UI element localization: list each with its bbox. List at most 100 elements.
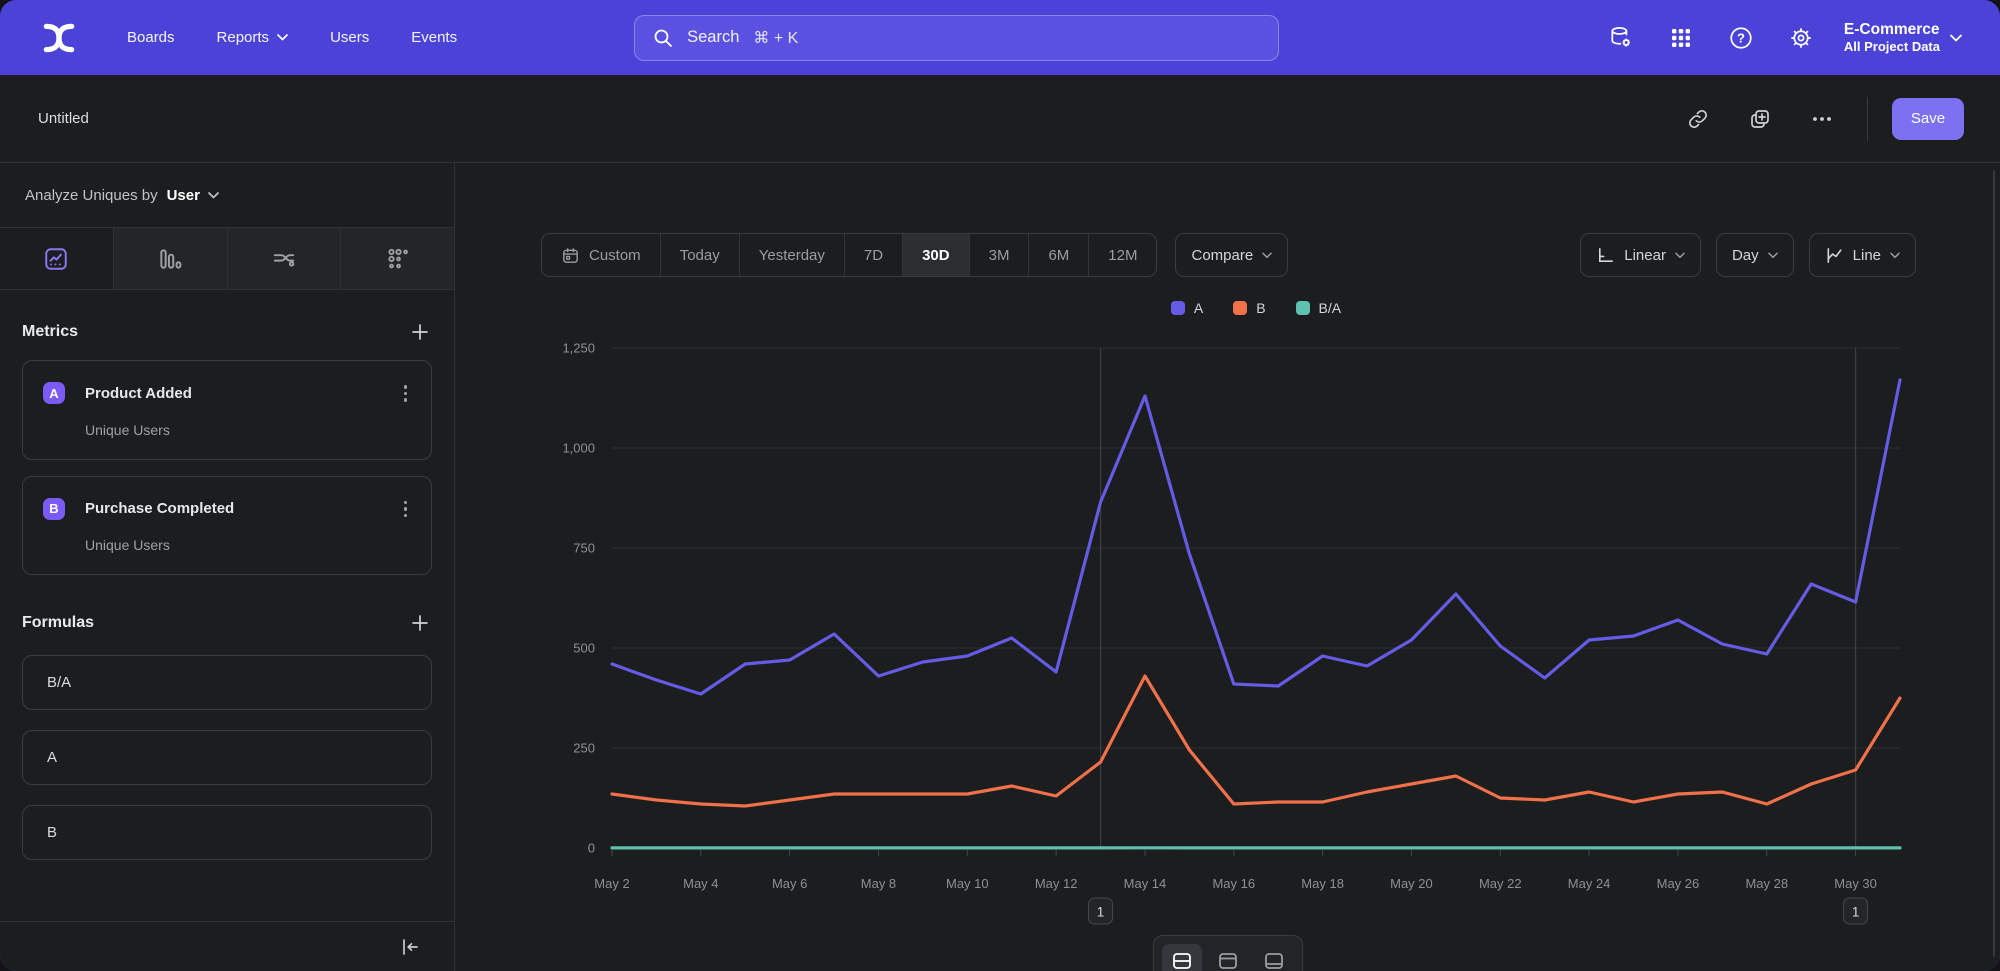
split-view-icon[interactable] bbox=[1162, 944, 1202, 971]
chevron-down-icon bbox=[1768, 252, 1778, 259]
app-surface: Untitled Save Analyze Uniques by bbox=[0, 75, 2000, 971]
svg-text:May 18: May 18 bbox=[1301, 876, 1344, 891]
chevron-down-icon bbox=[1950, 34, 1962, 42]
chart-panel: Custom Today Yesterday 7D 30D 3M 6M 12M … bbox=[455, 163, 2000, 971]
search-icon bbox=[653, 28, 673, 48]
search-shortcut: ⌘ + K bbox=[753, 28, 798, 48]
tab-funnel-bars[interactable] bbox=[113, 228, 227, 289]
range-3m[interactable]: 3M bbox=[969, 234, 1029, 276]
formula-card[interactable]: B bbox=[22, 805, 432, 860]
metric-aggregation[interactable]: Unique Users bbox=[85, 422, 411, 438]
add-formula-button[interactable] bbox=[408, 611, 432, 635]
apps-grid-icon[interactable] bbox=[1668, 25, 1694, 51]
svg-text:May 6: May 6 bbox=[772, 876, 807, 891]
date-range-control: Custom Today Yesterday 7D 30D 3M 6M 12M bbox=[541, 233, 1157, 277]
metrics-title: Metrics bbox=[22, 323, 78, 341]
chart-type-label: Line bbox=[1853, 247, 1881, 264]
svg-text:1: 1 bbox=[1097, 905, 1105, 920]
nav-item-events[interactable]: Events bbox=[390, 19, 478, 56]
project-selector[interactable]: E-Commerce All Project Data bbox=[1844, 20, 1962, 56]
nav-item-label: Users bbox=[330, 29, 369, 46]
legend-swatch-a bbox=[1171, 301, 1185, 315]
metric-badge: B bbox=[43, 498, 65, 520]
svg-text:?: ? bbox=[1737, 30, 1745, 45]
range-label: 7D bbox=[864, 247, 883, 264]
range-label: 3M bbox=[989, 247, 1010, 264]
app-window: Boards Reports Users Events Search ⌘ + K… bbox=[0, 0, 2000, 971]
svg-text:May 22: May 22 bbox=[1479, 876, 1522, 891]
tab-insights-line[interactable] bbox=[0, 228, 113, 289]
svg-text:May 26: May 26 bbox=[1657, 876, 1700, 891]
line-chart-icon bbox=[1825, 246, 1844, 265]
scale-dropdown[interactable]: Linear bbox=[1580, 233, 1701, 277]
metrics-header: Metrics bbox=[22, 320, 432, 344]
save-button[interactable]: Save bbox=[1892, 98, 1964, 140]
nav-item-label: Boards bbox=[127, 29, 175, 46]
svg-text:May 4: May 4 bbox=[683, 876, 718, 891]
metric-card-a[interactable]: A Product Added Unique Users bbox=[22, 360, 432, 460]
help-icon[interactable]: ? bbox=[1728, 25, 1754, 51]
metric-name: Product Added bbox=[85, 385, 192, 402]
chart-view-icon[interactable] bbox=[1208, 944, 1248, 971]
formula-card[interactable]: B/A bbox=[22, 655, 432, 710]
formula-card[interactable]: A bbox=[22, 730, 432, 785]
mixpanel-logo-icon[interactable] bbox=[40, 19, 78, 57]
analyze-by-header: Analyze Uniques by User bbox=[0, 163, 454, 228]
analyze-by-value[interactable]: User bbox=[167, 187, 200, 204]
sidebar-footer bbox=[0, 921, 454, 971]
svg-text:May 14: May 14 bbox=[1124, 876, 1167, 891]
report-title[interactable]: Untitled bbox=[38, 110, 89, 127]
report-toolbar: Untitled Save bbox=[0, 75, 2000, 163]
formulas-title: Formulas bbox=[22, 614, 94, 632]
chart-type-dropdown[interactable]: Line bbox=[1809, 233, 1916, 277]
chart-legend: A B B/A bbox=[612, 300, 1900, 316]
sidebar-sections: Metrics A Product Added Unique Users bbox=[0, 290, 454, 921]
compare-button[interactable]: Compare bbox=[1175, 233, 1288, 277]
chevron-down-icon[interactable] bbox=[208, 192, 219, 199]
metric-badge: A bbox=[43, 382, 65, 404]
legend-item-b[interactable]: B bbox=[1233, 300, 1265, 316]
chart-toolbar: Custom Today Yesterday 7D 30D 3M 6M 12M … bbox=[541, 233, 1916, 277]
range-7d[interactable]: 7D bbox=[844, 234, 902, 276]
range-6m[interactable]: 6M bbox=[1028, 234, 1088, 276]
nav-item-users[interactable]: Users bbox=[309, 19, 390, 56]
link-icon[interactable] bbox=[1683, 104, 1713, 134]
svg-text:500: 500 bbox=[573, 641, 595, 656]
nav-item-reports[interactable]: Reports bbox=[196, 19, 310, 56]
legend-item-ba[interactable]: B/A bbox=[1296, 300, 1342, 316]
legend-swatch-ba bbox=[1296, 301, 1310, 315]
add-metric-button[interactable] bbox=[408, 320, 432, 344]
nav-menu: Boards Reports Users Events bbox=[106, 19, 478, 56]
project-name: E-Commerce bbox=[1844, 20, 1940, 39]
nav-item-label: Reports bbox=[217, 29, 270, 46]
metric-menu-icon[interactable] bbox=[400, 497, 412, 522]
legend-item-a[interactable]: A bbox=[1171, 300, 1203, 316]
search-input[interactable]: Search ⌘ + K bbox=[634, 15, 1279, 61]
copy-add-icon[interactable] bbox=[1745, 104, 1775, 134]
range-yesterday[interactable]: Yesterday bbox=[739, 234, 844, 276]
nav-item-boards[interactable]: Boards bbox=[106, 19, 196, 56]
range-12m[interactable]: 12M bbox=[1088, 234, 1156, 276]
metric-menu-icon[interactable] bbox=[400, 381, 412, 406]
svg-text:May 2: May 2 bbox=[594, 876, 629, 891]
svg-text:0: 0 bbox=[588, 841, 595, 856]
tab-flow[interactable] bbox=[227, 228, 341, 289]
project-scope: All Project Data bbox=[1844, 39, 1940, 55]
more-icon[interactable] bbox=[1807, 104, 1837, 134]
range-30d[interactable]: 30D bbox=[902, 234, 969, 276]
toolbar-divider bbox=[1867, 97, 1868, 141]
tab-retention-grid[interactable] bbox=[340, 228, 454, 289]
interval-dropdown[interactable]: Day bbox=[1716, 233, 1794, 277]
metric-aggregation[interactable]: Unique Users bbox=[85, 537, 411, 553]
settings-icon[interactable] bbox=[1788, 25, 1814, 51]
svg-text:May 10: May 10 bbox=[946, 876, 989, 891]
legend-swatch-b bbox=[1233, 301, 1247, 315]
collapse-sidebar-icon[interactable] bbox=[400, 937, 420, 957]
table-view-icon[interactable] bbox=[1254, 944, 1294, 971]
range-custom[interactable]: Custom bbox=[542, 234, 660, 276]
range-today[interactable]: Today bbox=[660, 234, 739, 276]
metric-card-b[interactable]: B Purchase Completed Unique Users bbox=[22, 476, 432, 576]
data-catalog-icon[interactable] bbox=[1608, 25, 1634, 51]
metrics-line-chart[interactable]: 02505007501,0001,250May 2May 4May 6May 8… bbox=[475, 340, 1960, 940]
range-label: 12M bbox=[1108, 247, 1137, 264]
